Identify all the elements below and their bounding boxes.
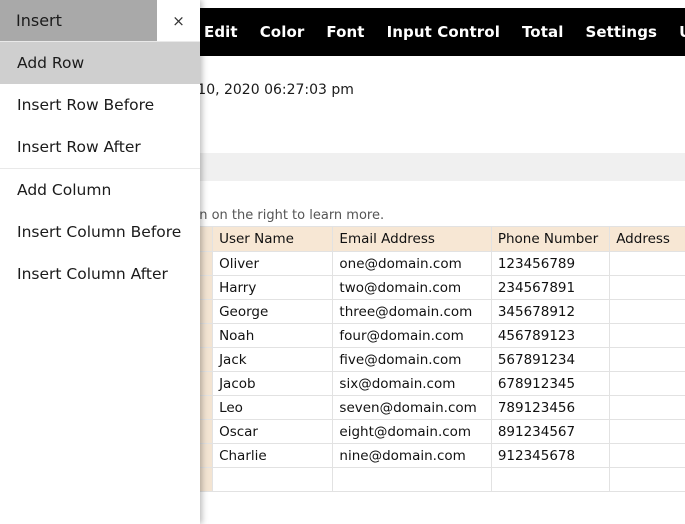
menu-item-insert-column-after[interactable]: Insert Column After [0,253,200,295]
menubar-item-total[interactable]: Total [522,8,563,56]
table-row: George three@domain.com 345678912 [192,299,685,324]
table-head: User Name Email Address Phone Number Addres… [192,226,685,252]
cell-email[interactable]: one@domain.com [332,251,492,276]
menu-item-insert-column-before[interactable]: Insert Column Before [0,211,200,253]
cell-phone[interactable]: 123456789 [490,251,611,276]
cell-name[interactable]: George [212,299,334,324]
column-header-address[interactable]: Address [609,226,685,252]
table-body: Oliver one@domain.com 123456789 Harry two@do… [192,251,685,492]
cell-phone[interactable]: 891234567 [490,419,611,444]
column-header-email[interactable]: Email Address [332,226,492,252]
cell-phone[interactable]: 678912345 [490,371,611,396]
cell-name[interactable]: Oscar [212,419,334,444]
cell-address[interactable] [609,443,685,468]
table-row: Jacob six@domain.com 678912345 [192,371,685,396]
cell-phone[interactable]: 567891234 [490,347,611,372]
cell-phone[interactable]: 456789123 [490,323,611,348]
menubar-item-edit[interactable]: Edit [204,8,238,56]
table-row: Charlie nine@domain.com 912345678 [192,443,685,468]
close-icon[interactable]: × [157,0,200,41]
cell-address[interactable] [609,371,685,396]
cell-email[interactable]: nine@domain.com [332,443,492,468]
cell-phone[interactable]: 789123456 [490,395,611,420]
cell-email[interactable]: eight@domain.com [332,419,492,444]
insert-menu-title-bar: Insert [0,0,157,41]
data-table: User Name Email Address Phone Number Addres… [192,226,685,492]
cell-name[interactable]: Noah [212,323,334,348]
menubar-item-font[interactable]: Font [326,8,364,56]
cell-phone[interactable] [490,467,611,492]
cell-name[interactable]: Leo [212,395,334,420]
table-row: Harry two@domain.com 234567891 [192,275,685,300]
data-table-container: User Name Email Address Phone Number Addres… [192,226,685,492]
cell-phone[interactable]: 912345678 [490,443,611,468]
cell-address[interactable] [609,347,685,372]
menubar-item-users[interactable]: Users [679,8,685,56]
menu-item-insert-row-before[interactable]: Insert Row Before [0,84,200,126]
menubar-item-input-control[interactable]: Input Control [387,8,500,56]
cell-name[interactable] [212,467,334,492]
cell-email[interactable]: six@domain.com [332,371,492,396]
insert-menu-list: Add Row Insert Row Before Insert Row After… [0,42,200,295]
table-row: Leo seven@domain.com 789123456 [192,395,685,420]
menubar-item-settings[interactable]: Settings [585,8,657,56]
cell-email[interactable]: five@domain.com [332,347,492,372]
cell-phone[interactable]: 345678912 [490,299,611,324]
cell-phone[interactable]: 234567891 [490,275,611,300]
table-header-row: User Name Email Address Phone Number Addres… [192,226,685,252]
cell-name[interactable]: Harry [212,275,334,300]
insert-menu-panel: Insert × Add Row Insert Row Before Insert … [0,0,200,524]
cell-name[interactable]: Oliver [212,251,334,276]
menu-item-add-column[interactable]: Add Column [0,169,200,211]
menu-item-add-row[interactable]: Add Row [0,42,200,84]
app-root: Edit Color Font Input Control Total Settings U… [0,0,685,524]
menubar-item-color[interactable]: Color [260,8,305,56]
table-row: Noah four@domain.com 456789123 [192,323,685,348]
table-row: Oscar eight@domain.com 891234567 [192,419,685,444]
cell-email[interactable]: two@domain.com [332,275,492,300]
cell-address[interactable] [609,467,685,492]
menu-item-insert-row-after[interactable]: Insert Row After [0,126,200,168]
table-row: Jack five@domain.com 567891234 [192,347,685,372]
cell-email[interactable]: seven@domain.com [332,395,492,420]
column-header-phone[interactable]: Phone Number [490,226,611,252]
cell-name[interactable]: Charlie [212,443,334,468]
cell-address[interactable] [609,275,685,300]
insert-menu-title: Insert [16,11,62,30]
column-header-name[interactable]: User Name [212,226,334,252]
cell-address[interactable] [609,251,685,276]
cell-email[interactable]: three@domain.com [332,299,492,324]
table-row: Oliver one@domain.com 123456789 [192,251,685,276]
table-row [192,467,685,492]
cell-address[interactable] [609,323,685,348]
cell-address[interactable] [609,419,685,444]
insert-menu-header: Insert × [0,0,200,41]
cell-email[interactable]: four@domain.com [332,323,492,348]
cell-name[interactable]: Jack [212,347,334,372]
cell-address[interactable] [609,395,685,420]
cell-name[interactable]: Jacob [212,371,334,396]
cell-address[interactable] [609,299,685,324]
cell-email[interactable] [332,467,492,492]
